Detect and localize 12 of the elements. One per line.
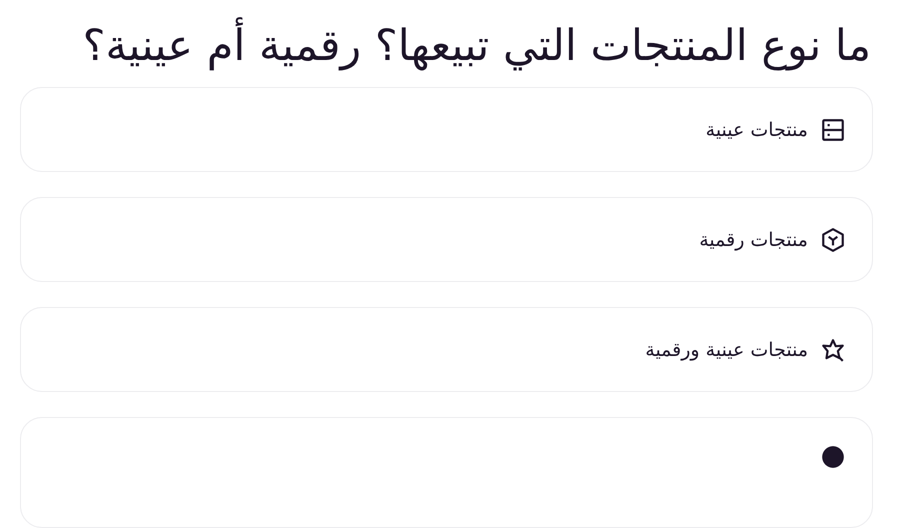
option-card[interactable]: منتجات عينية — [20, 87, 873, 172]
circle-icon — [820, 444, 846, 470]
option-label: منتجات رقمية — [699, 228, 808, 250]
drawer-icon — [820, 116, 846, 142]
option-card[interactable]: منتجات رقمية — [20, 197, 873, 282]
option-label: منتجات عينية — [706, 118, 808, 140]
star-icon — [820, 336, 846, 362]
option-card[interactable] — [20, 417, 873, 528]
option-label: منتجات عينية ورقمية — [645, 338, 808, 360]
hexagon-icon — [820, 226, 846, 252]
question-heading: ما نوع المنتجات التي تبيعها؟ رقمية أم عينية؟ — [20, 18, 873, 75]
option-card[interactable]: منتجات عينية ورقمية — [20, 307, 873, 392]
